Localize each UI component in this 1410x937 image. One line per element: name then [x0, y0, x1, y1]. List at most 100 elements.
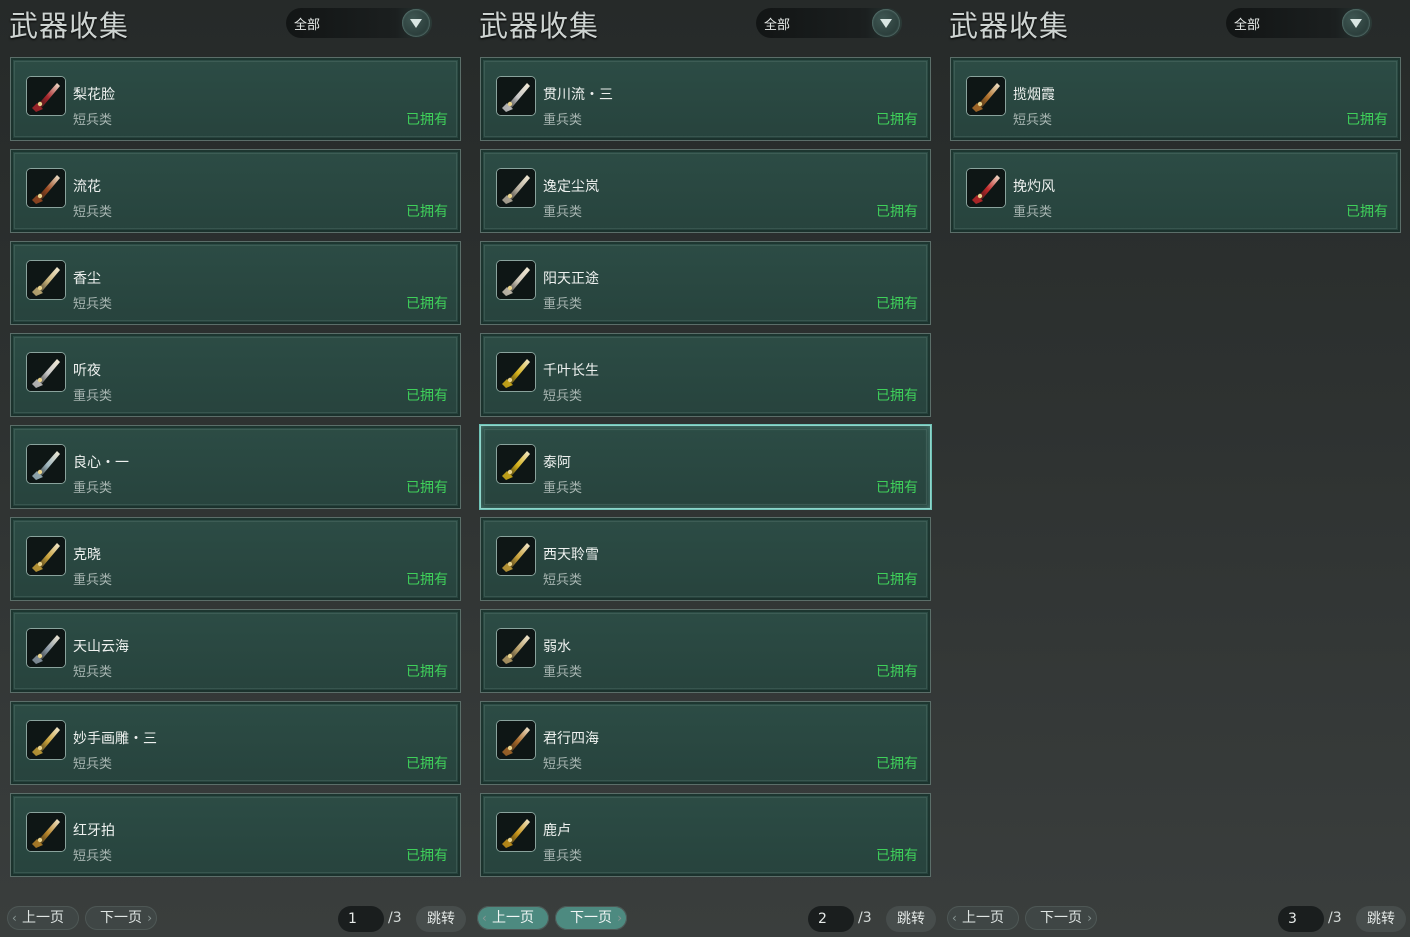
jump-button[interactable]: 跳转 [416, 906, 466, 932]
owned-status: 已拥有 [406, 756, 448, 772]
weapon-card[interactable]: 贯川流・三 重兵类 已拥有 [480, 57, 931, 141]
weapon-type: 重兵类 [73, 389, 113, 404]
weapon-card[interactable]: 梨花脸 短兵类 已拥有 [10, 57, 461, 141]
silver-blade-icon [496, 260, 536, 300]
weapon-card[interactable]: 克晓 重兵类 已拥有 [10, 517, 461, 601]
next-page-button[interactable]: 下一页 › [555, 906, 627, 930]
owned-status: 已拥有 [406, 112, 448, 128]
weapon-card[interactable]: 逸定尘岚重兵类 已拥有 [480, 149, 931, 233]
weapon-name: 弱水 [543, 639, 571, 655]
filter-label: 全部 [764, 18, 791, 33]
owned-status: 已拥有 [876, 572, 918, 588]
owned-status: 已拥有 [876, 204, 918, 220]
weapon-name: 梨花脸 [73, 87, 115, 103]
steel-cleaver-icon [26, 444, 66, 484]
weapon-type: 短兵类 [543, 389, 583, 404]
page-total: /3 [1328, 910, 1342, 926]
category-filter-dropdown[interactable]: 全部 [286, 8, 432, 38]
weapon-card[interactable]: 流花短兵类 已拥有 [10, 149, 461, 233]
chevron-down-icon[interactable] [872, 9, 900, 37]
weapon-card[interactable]: 西天聆雪 短兵类 已拥有 [480, 517, 931, 601]
weapon-type: 短兵类 [73, 205, 113, 220]
weapon-name: 良心・一 [73, 455, 129, 471]
weapon-name: 听夜 [73, 363, 101, 379]
weapon-card[interactable]: 良心・一重兵类 已拥有 [10, 425, 461, 509]
prev-page-button[interactable]: ‹ 上一页 [477, 906, 549, 930]
prev-page-label: 上一页 [962, 910, 1004, 926]
owned-status: 已拥有 [406, 204, 448, 220]
weapon-type: 重兵类 [73, 573, 113, 588]
weapon-type: 短兵类 [543, 757, 583, 772]
weapon-type: 短兵类 [73, 849, 113, 864]
owned-status: 已拥有 [876, 112, 918, 128]
weapon-name: 红牙拍 [73, 823, 115, 839]
jump-button[interactable]: 跳转 [886, 906, 936, 932]
weapon-type: 重兵类 [73, 481, 113, 496]
owned-status: 已拥有 [876, 480, 918, 496]
silver-gold-blade-icon [26, 260, 66, 300]
weapon-card[interactable]: 鹿卢 重兵类 已拥有 [480, 793, 931, 877]
jade-gold-sword-icon [26, 720, 66, 760]
weapon-card[interactable]: 泰阿 重兵类 已拥有 [480, 425, 931, 509]
next-page-label: 下一页 [570, 910, 612, 926]
weapon-card[interactable]: 阳天正途 重兵类 已拥有 [480, 241, 931, 325]
owned-status: 已拥有 [876, 388, 918, 404]
gold-staff-icon [496, 352, 536, 392]
panel-title: 武器收集 [949, 9, 1070, 43]
weapon-card[interactable]: 红牙拍短兵类 已拥有 [10, 793, 461, 877]
bronze-sword-icon [496, 720, 536, 760]
chevron-down-icon[interactable] [1342, 9, 1370, 37]
weapon-type: 重兵类 [1013, 205, 1053, 220]
panel-title: 武器收集 [9, 9, 130, 43]
weapon-card[interactable]: 听夜重兵类 已拥有 [10, 333, 461, 417]
gold-blade-icon [26, 536, 66, 576]
page-total: /3 [858, 910, 872, 926]
weapon-name: 贯川流・三 [543, 87, 613, 103]
weapon-card[interactable]: 君行四海 短兵类 已拥有 [480, 701, 931, 785]
weapon-card[interactable]: 天山云海 短兵类 已拥有 [10, 609, 461, 693]
owned-status: 已拥有 [406, 480, 448, 496]
weapon-card[interactable]: 妙手画雕・三 短兵类 已拥有 [10, 701, 461, 785]
prev-page-button[interactable]: ‹ 上一页 [7, 906, 79, 930]
owned-status: 已拥有 [1346, 204, 1388, 220]
category-filter-dropdown[interactable]: 全部 [756, 8, 902, 38]
panel-title: 武器收集 [479, 9, 600, 43]
weapon-panel-1: 武器收集 全部 梨花脸 短兵类 已拥有 流花 短兵类 已拥有 香尘 短兵类 已拥有 听夜 重兵类 已拥… [0, 0, 470, 937]
prev-page-button[interactable]: ‹ 上一页 [947, 906, 1019, 930]
next-page-button[interactable]: 下一页 › [1025, 906, 1097, 930]
prev-page-label: 上一页 [22, 910, 64, 926]
page-number-input[interactable]: 2 [808, 906, 854, 932]
weapon-card[interactable]: 香尘 短兵类 已拥有 [10, 241, 461, 325]
owned-status: 已拥有 [876, 848, 918, 864]
owned-status: 已拥有 [406, 388, 448, 404]
next-page-button[interactable]: 下一页 › [85, 906, 157, 930]
weapon-name: 流花 [73, 179, 101, 195]
weapon-type: 重兵类 [543, 665, 583, 680]
owned-status: 已拥有 [406, 848, 448, 864]
weapon-panel-2: 武器收集 全部 贯川流・三 重兵类 已拥有 逸定尘岚 重兵类 已拥有 阳天正途 重兵类 已拥有千… [470, 0, 940, 937]
weapon-name: 君行四海 [543, 731, 599, 747]
weapon-name: 逸定尘岚 [543, 179, 599, 195]
weapon-card[interactable]: 揽烟霞 短兵类 已拥有 [950, 57, 1401, 141]
weapon-type: 短兵类 [1013, 113, 1053, 128]
steel-cleaver-icon [496, 168, 536, 208]
owned-status: 已拥有 [876, 664, 918, 680]
weapon-type: 重兵类 [543, 205, 583, 220]
weapon-name: 克晓 [73, 547, 101, 563]
weapon-name: 阳天正途 [543, 271, 599, 287]
gold-blade-icon [496, 812, 536, 852]
next-page-label: 下一页 [100, 910, 142, 926]
weapon-card[interactable]: 挽灼风重兵类 已拥有 [950, 149, 1401, 233]
page-number-input[interactable]: 1 [338, 906, 384, 932]
chevron-down-icon[interactable] [402, 9, 430, 37]
owned-status: 已拥有 [876, 296, 918, 312]
page-number-input[interactable]: 3 [1278, 906, 1324, 932]
jump-button[interactable]: 跳转 [1356, 906, 1406, 932]
filter-label: 全部 [294, 18, 321, 33]
weapon-name: 挽灼风 [1013, 179, 1055, 195]
weapon-card[interactable]: 弱水重兵类 已拥有 [480, 609, 931, 693]
bronze-sword-icon [966, 76, 1006, 116]
category-filter-dropdown[interactable]: 全部 [1226, 8, 1372, 38]
weapon-card[interactable]: 千叶长生 短兵类 已拥有 [480, 333, 931, 417]
gold-sword-icon [496, 536, 536, 576]
